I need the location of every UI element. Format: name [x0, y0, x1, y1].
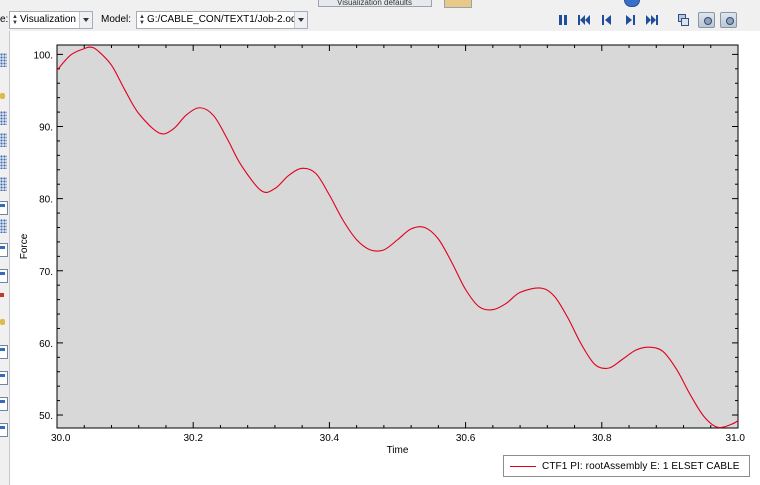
module-label: e:	[0, 14, 9, 25]
pause-icon	[559, 15, 567, 25]
x-tick-label: 30.0	[51, 433, 71, 444]
next-frame-button[interactable]	[623, 13, 637, 27]
left-toolbox	[0, 31, 9, 485]
x-axis-label: Time	[387, 445, 409, 456]
legend-line-swatch	[510, 466, 536, 467]
tool-red-icon[interactable]	[0, 293, 4, 297]
tool-document-icon[interactable]	[0, 345, 8, 359]
previous-frame-icon	[602, 15, 611, 25]
y-tick-label: 80.	[39, 195, 53, 206]
spin-arrows-icon[interactable]: ▲ ▼	[12, 14, 18, 26]
first-frame-icon	[578, 15, 590, 25]
chevron-down-icon[interactable]	[294, 12, 307, 28]
tool-document-icon[interactable]	[0, 397, 8, 411]
tool-document-icon[interactable]	[0, 201, 8, 215]
chevron-down-icon[interactable]	[79, 12, 92, 28]
last-frame-button[interactable]	[645, 13, 659, 27]
plot-legend[interactable]: CTF1 PI: rootAssembly E: 1 ELSET CABLE	[503, 455, 750, 477]
model-label: Model:	[101, 14, 132, 25]
xy-plot[interactable]: 30.0 30.2 30.4 30.6 30.8 31.0 50. 60. 70. 80. 90. 1…	[9, 31, 760, 485]
visualization-defaults-button[interactable]: Visualization defaults	[318, 0, 432, 7]
tool-grid-icon[interactable]	[0, 155, 7, 169]
tool-grid-icon[interactable]	[0, 111, 7, 125]
model-select[interactable]: ▲ ▼ G:/CABLE_CON/TEXT1/Job-2.odb	[136, 11, 308, 29]
y-axis-label: Force	[19, 233, 30, 259]
next-frame-icon	[626, 15, 635, 25]
camera-button[interactable]	[698, 12, 715, 28]
edit-icon[interactable]	[444, 0, 472, 8]
y-tick-label: 90.	[39, 123, 53, 134]
viewport-options-button[interactable]	[678, 14, 689, 26]
module-select-value: Visualization	[20, 14, 76, 25]
camera-settings-button[interactable]	[720, 12, 737, 28]
pause-button[interactable]	[556, 13, 570, 27]
x-tick-label: 31.0	[726, 433, 746, 444]
context-toolbar: e: ▲ ▼ Visualization Model: ▲ ▼ G:/CABLE_C…	[0, 9, 760, 31]
viewport-icon	[678, 14, 689, 26]
y-tick-label: 70.	[39, 267, 53, 278]
last-frame-icon	[646, 15, 658, 25]
y-tick-label: 50.	[39, 411, 53, 422]
tool-yellow-icon[interactable]	[0, 93, 5, 99]
tool-document-icon[interactable]	[0, 423, 8, 437]
top-toolbar-strip: Visualization defaults	[0, 0, 760, 8]
x-tick-label: 30.2	[183, 433, 203, 444]
tool-grid-icon[interactable]	[0, 133, 7, 147]
first-frame-button[interactable]	[577, 13, 591, 27]
tool-yellow-icon[interactable]	[0, 319, 5, 325]
tool-grid-icon[interactable]	[0, 219, 7, 233]
tool-document-icon[interactable]	[0, 269, 8, 283]
tool-document-icon[interactable]	[0, 371, 8, 385]
x-tick-label: 30.8	[592, 433, 612, 444]
spin-arrows-icon[interactable]: ▲ ▼	[139, 14, 145, 26]
tool-grid-icon[interactable]	[0, 53, 7, 67]
model-select-value: G:/CABLE_CON/TEXT1/Job-2.odb	[147, 14, 303, 25]
x-tick-label: 30.4	[320, 433, 340, 444]
previous-frame-button[interactable]	[600, 13, 614, 27]
legend-entry: CTF1 PI: rootAssembly E: 1 ELSET CABLE	[542, 461, 740, 472]
tool-document-icon[interactable]	[0, 243, 8, 257]
y-tick-label: 60.	[39, 339, 53, 350]
module-select[interactable]: ▲ ▼ Visualization	[9, 11, 93, 29]
y-tick-label: 100.	[34, 50, 53, 61]
plot-area	[56, 44, 739, 429]
x-tick-label: 30.6	[456, 433, 476, 444]
globe-icon[interactable]	[624, 0, 640, 7]
tool-grid-icon[interactable]	[0, 177, 7, 191]
